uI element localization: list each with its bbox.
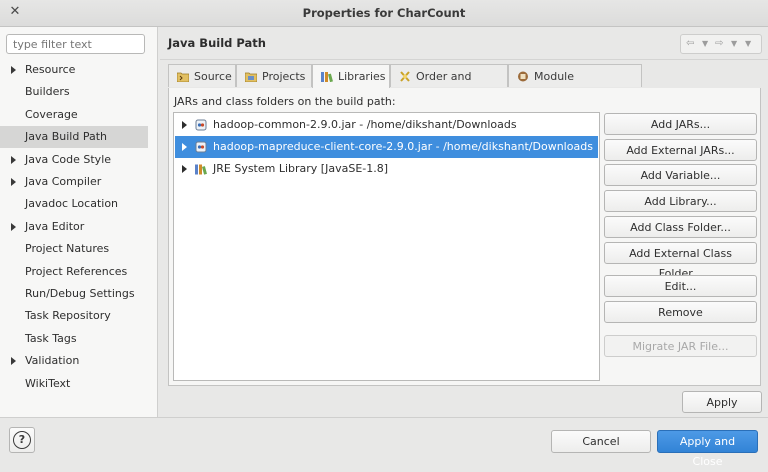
tree-row-label: hadoop-common-2.9.0.jar - /home/dikshant…	[213, 118, 517, 131]
nav-item-run-debug-settings[interactable]: Run/Debug Settings	[0, 283, 148, 305]
nav-item-label: Project Natures	[25, 242, 110, 256]
back-icon[interactable]: ⇦	[686, 35, 694, 53]
nav-item-task-repository[interactable]: Task Repository	[0, 305, 148, 327]
order-export-icon	[400, 71, 410, 82]
header-separator	[160, 59, 768, 60]
nav-item-label: Validation	[25, 354, 80, 368]
libraries-icon	[321, 72, 333, 82]
nav-item-label: Java Code Style	[25, 152, 112, 166]
tab-source[interactable]: Source	[168, 64, 236, 87]
nav-item-project-references[interactable]: Project References	[0, 261, 148, 283]
add-external-class-folder-button[interactable]: Add External Class Folder...	[604, 242, 757, 280]
tree-row[interactable]: JRE System Library [JavaSE-1.8]	[175, 158, 598, 180]
expand-arrow-icon[interactable]	[182, 165, 187, 173]
help-icon: ?	[13, 431, 31, 449]
expand-arrow-icon[interactable]	[11, 178, 16, 186]
tab-bar: Source Projects Libraries Order and Expo…	[168, 64, 761, 106]
nav-item-javadoc-location[interactable]: Javadoc Location	[0, 193, 148, 215]
expand-arrow-icon[interactable]	[11, 357, 16, 366]
tab-libraries[interactable]: Libraries	[312, 64, 390, 88]
nav-item-validation[interactable]: Validation	[0, 350, 148, 372]
filter-input[interactable]	[6, 34, 145, 54]
expand-arrow-icon[interactable]	[182, 143, 187, 151]
nav-item-java-build-path[interactable]: Java Build Path	[0, 126, 148, 149]
nav-item-label: Task Repository	[25, 309, 111, 323]
jar-icon	[195, 119, 207, 131]
add-jars-button[interactable]: Add JARs...	[604, 113, 757, 135]
nav-item-label: Coverage	[25, 107, 78, 121]
module-icon	[518, 71, 528, 82]
nav-item-java-editor[interactable]: Java Editor	[0, 216, 148, 238]
nav-item-label: Resource	[25, 63, 76, 76]
nav-item-java-compiler[interactable]: Java Compiler	[0, 171, 148, 193]
tab-order-export[interactable]: Order and Export	[390, 64, 508, 106]
back-dropdown-icon[interactable]: ▼	[702, 35, 708, 53]
jars-label: JARs and class folders on the build path…	[174, 95, 396, 108]
nav-item-label: Project References	[25, 264, 128, 278]
tree-row-label: hadoop-mapreduce-client-core-2.9.0.jar -…	[213, 140, 593, 153]
migrate-jar-button[interactable]: Migrate JAR File...	[604, 335, 757, 357]
help-button[interactable]: ?	[9, 427, 35, 453]
tree-row[interactable]: hadoop-common-2.9.0.jar - /home/dikshant…	[175, 114, 598, 136]
tree-row-label: JRE System Library [JavaSE-1.8]	[213, 162, 389, 175]
add-variable-button[interactable]: Add Variable...	[604, 164, 757, 186]
nav-item-label: Run/Debug Settings	[25, 287, 135, 300]
edit-button[interactable]: Edit...	[604, 275, 757, 297]
nav-item-coverage[interactable]: Coverage	[0, 104, 148, 126]
tree-row-selected[interactable]: hadoop-mapreduce-client-core-2.9.0.jar -…	[175, 136, 598, 158]
bottom-separator	[0, 417, 768, 418]
nav-item-label: Javadoc Location	[25, 197, 119, 211]
nav-item-label: Builders	[25, 85, 70, 99]
nav-item-project-natures[interactable]: Project Natures	[0, 238, 148, 260]
add-library-button[interactable]: Add Library...	[604, 190, 757, 212]
add-class-folder-button[interactable]: Add Class Folder...	[604, 216, 757, 238]
expand-arrow-icon[interactable]	[11, 155, 16, 164]
history-nav[interactable]: ⇦ ▼ ⇨ ▼ ▼	[680, 34, 762, 54]
window-title: Properties for CharCount	[302, 6, 466, 20]
tab-label: Source	[194, 70, 232, 83]
nav-item-label: Java Build Path	[25, 130, 108, 144]
cancel-button[interactable]: Cancel	[551, 430, 651, 453]
expand-arrow-icon[interactable]	[11, 222, 16, 231]
nav-item-label: Java Editor	[25, 219, 85, 233]
expand-arrow-icon[interactable]	[11, 66, 16, 74]
tab-label: Projects	[262, 70, 306, 83]
apply-button[interactable]: Apply	[682, 391, 762, 413]
source-folder-icon	[177, 72, 189, 82]
nav-item-task-tags[interactable]: Task Tags	[0, 328, 148, 350]
forward-icon[interactable]: ⇨	[715, 35, 723, 53]
add-external-jars-button[interactable]: Add External JARs...	[604, 139, 757, 161]
tab-projects[interactable]: Projects	[236, 64, 312, 87]
tab-module-dependencies[interactable]: Module Dependencies	[508, 64, 642, 106]
page-title: Java Build Path	[168, 36, 266, 50]
nav-item-label: Java Compiler	[25, 175, 102, 188]
tab-label: Libraries	[338, 70, 386, 83]
menu-dropdown-icon[interactable]: ▼	[745, 35, 751, 53]
remove-button[interactable]: Remove	[604, 301, 757, 323]
nav-item-builders[interactable]: Builders	[0, 81, 148, 103]
projects-icon	[245, 72, 257, 82]
forward-dropdown-icon[interactable]: ▼	[731, 35, 737, 53]
apply-and-close-button[interactable]: Apply and Close	[657, 430, 758, 468]
nav-item-label: WikiText	[25, 376, 71, 390]
nav-item-java-code-style[interactable]: Java Code Style	[0, 149, 148, 171]
nav-item-wikitext[interactable]: WikiText	[0, 373, 148, 395]
nav-item-resource[interactable]: Resource	[0, 59, 148, 81]
expand-arrow-icon[interactable]	[182, 121, 187, 129]
library-icon	[195, 164, 207, 175]
nav-item-label: Task Tags	[25, 331, 77, 345]
build-path-tree[interactable]: hadoop-common-2.9.0.jar - /home/dikshant…	[173, 112, 600, 381]
jar-icon	[195, 141, 207, 153]
